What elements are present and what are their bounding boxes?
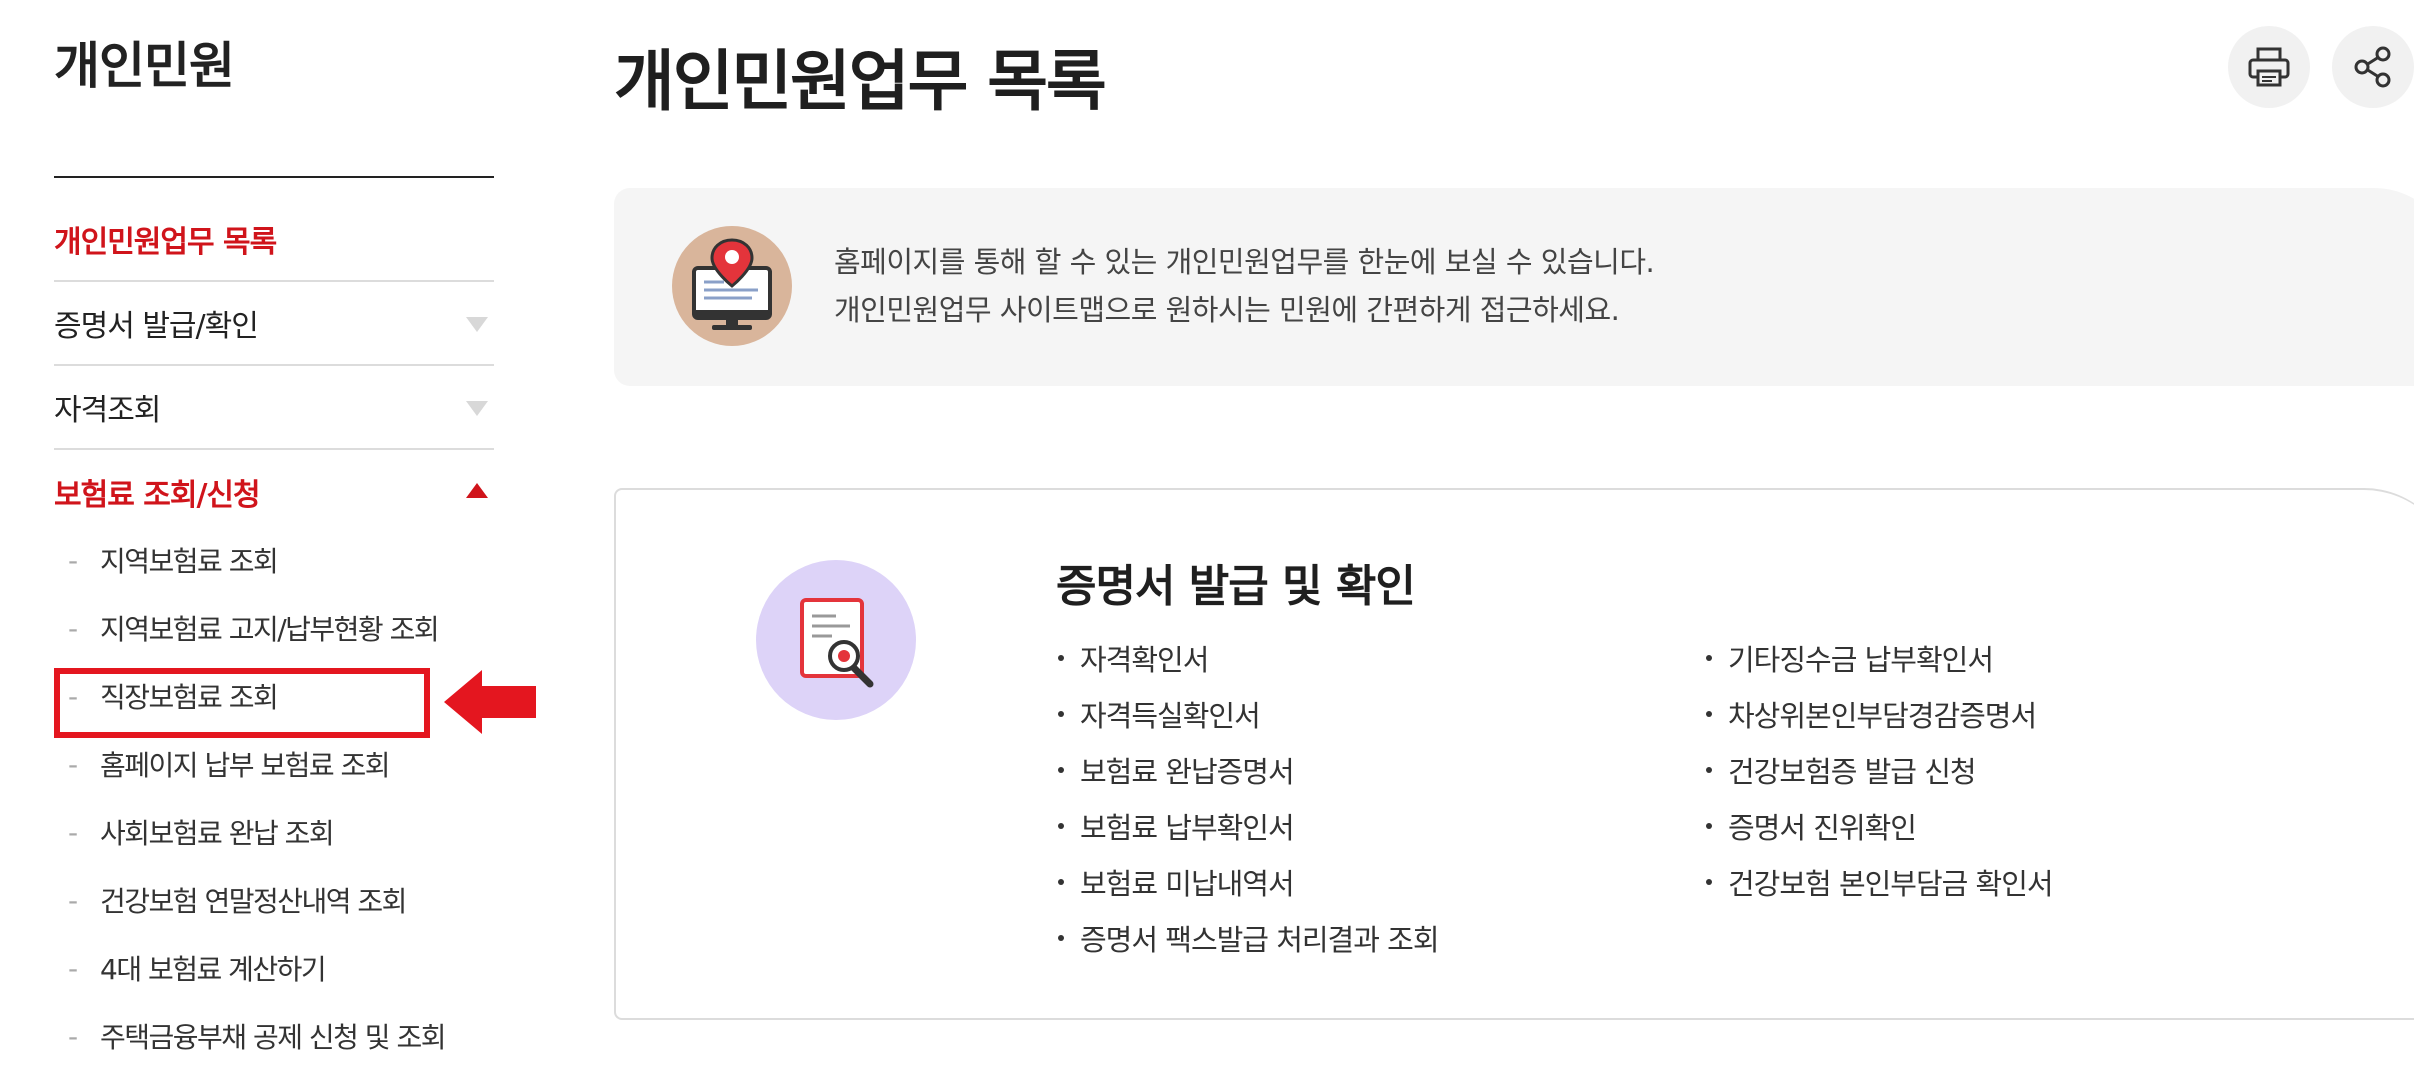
link-full-payment-certificate[interactable]: 보험료 완납증명서 [1056,742,1439,798]
submenu-item-label: 주택금융부채 공제 신청 및 조회 [100,1021,446,1054]
link-label: 기타징수금 납부확인서 [1728,643,1994,677]
dash-marker: - [68,611,78,645]
intro-line-1: 홈페이지를 통해 할 수 있는 개인민원업무를 한눈에 보실 수 있습니다. [834,245,1655,279]
chevron-down-icon [466,317,488,332]
sidebar-item-label: 증명서 발급/확인 [54,309,259,344]
left-link-list: 자격확인서 자격득실확인서 보험료 완납증명서 보험료 납부확인서 보험료 미납… [1056,630,1439,966]
link-label: 보험료 납부확인서 [1080,811,1295,845]
bullet-dot [1706,823,1712,829]
intro-banner: 홈페이지를 통해 할 수 있는 개인민원업무를 한눈에 보실 수 있습니다. 개… [614,188,2414,386]
share-icon [2354,46,2391,88]
submenu-item[interactable]: - 4대 보험료 계산하기 [54,938,494,998]
dash-marker: - [68,543,78,577]
link-label: 증명서 팩스발급 처리결과 조회 [1080,923,1439,957]
sidebar-item-label: 보험료 조회/신청 [54,478,261,513]
sidebar-divider [54,176,494,178]
link-label: 차상위본인부담경감증명서 [1728,699,2037,733]
bullet-dot [1058,655,1064,661]
link-fax-result[interactable]: 증명서 팩스발급 처리결과 조회 [1056,910,1439,966]
link-eligibility-certificate[interactable]: 자격확인서 [1056,630,1439,686]
submenu-item-label: 4대 보험료 계산하기 [100,953,327,986]
link-insurance-card-request[interactable]: 건강보험증 발급 신청 [1704,742,2053,798]
bullet-dot [1058,879,1064,885]
card-title: 증명서 발급 및 확인 [1056,561,1416,612]
right-link-list: 기타징수금 납부확인서 차상위본인부담경감증명서 건강보험증 발급 신청 증명서… [1704,630,2054,910]
link-near-poverty-certificate[interactable]: 차상위본인부담경감증명서 [1704,686,2053,742]
submenu-item[interactable]: - 지역보험료 고지/납부현황 조회 [54,598,494,658]
bullet-dot [1058,823,1064,829]
share-button[interactable] [2332,26,2414,108]
chevron-down-icon [466,401,488,416]
chevron-up-icon [466,483,488,498]
highlight-box [54,668,430,738]
bullet-dot [1058,935,1064,941]
link-eligibility-history[interactable]: 자격득실확인서 [1056,686,1439,742]
link-label: 자격득실확인서 [1080,699,1261,733]
page-title: 개인민원업무 목록 [614,43,1107,120]
submenu-item[interactable]: - 주택금융부채 공제 신청 및 조회 [54,1006,494,1066]
link-copayment-confirmation[interactable]: 건강보험 본인부담금 확인서 [1704,854,2054,910]
link-label: 증명서 진위확인 [1728,811,1917,845]
bullet-dot [1706,879,1712,885]
certificate-card: 증명서 발급 및 확인 자격확인서 자격득실확인서 보험료 완납증명서 보험료 … [614,488,2414,1020]
submenu-item[interactable]: - 지역보험료 조회 [54,530,494,590]
bullet-dot [1706,655,1712,661]
sidebar-item-label: 자격조회 [54,393,161,428]
submenu-item[interactable]: - 사회보험료 완납 조회 [54,802,494,862]
bullet-dot [1706,767,1712,773]
sidebar-item-certificate[interactable]: 증명서 발급/확인 [54,282,494,366]
submenu-item[interactable]: - 홈페이지 납부 보험료 조회 [54,734,494,794]
dash-marker: - [68,815,78,849]
dash-marker: - [68,747,78,781]
link-label: 자격확인서 [1080,643,1209,677]
monitor-location-icon [672,226,792,346]
sidebar-item-personal-services-list[interactable]: 개인민원업무 목록 [54,198,494,282]
dash-marker: - [68,1019,78,1053]
link-label: 건강보험 본인부담금 확인서 [1728,867,2054,901]
submenu-item-label: 지역보험료 조회 [100,545,279,578]
print-button[interactable] [2228,26,2310,108]
submenu-item-label: 지역보험료 고지/납부현황 조회 [100,613,440,646]
submenu-item-label: 건강보험 연말정산내역 조회 [100,885,407,918]
certificate-search-icon [756,560,916,720]
intro-text: 홈페이지를 통해 할 수 있는 개인민원업무를 한눈에 보실 수 있습니다. 개… [834,238,1655,334]
bullet-dot [1706,711,1712,717]
submenu-item-label: 홈페이지 납부 보험료 조회 [100,749,391,782]
dash-marker: - [68,883,78,917]
sidebar-item-premium[interactable]: 보험료 조회/신청 [54,450,494,534]
bullet-dot [1058,711,1064,717]
red-arrow-icon [444,670,536,734]
link-unpaid-statement[interactable]: 보험료 미납내역서 [1056,854,1439,910]
sidebar-item-label: 개인민원업무 목록 [54,225,277,260]
print-icon [2248,47,2290,87]
sidebar-title: 개인민원 [54,37,235,95]
bullet-dot [1058,767,1064,773]
submenu-item[interactable]: - 건강보험 연말정산내역 조회 [54,870,494,930]
submenu-item-label: 사회보험료 완납 조회 [100,817,335,850]
link-label: 보험료 미납내역서 [1080,867,1295,901]
link-label: 건강보험증 발급 신청 [1728,755,1977,789]
intro-line-2: 개인민원업무 사이트맵으로 원하시는 민원에 간편하게 접근하세요. [834,293,1620,327]
sidebar-item-eligibility[interactable]: 자격조회 [54,366,494,450]
link-label: 보험료 완납증명서 [1080,755,1295,789]
link-payment-confirmation[interactable]: 보험료 납부확인서 [1056,798,1439,854]
link-authenticity-check[interactable]: 증명서 진위확인 [1704,798,2053,854]
dash-marker: - [68,951,78,985]
link-other-collection[interactable]: 기타징수금 납부확인서 [1704,630,2053,686]
